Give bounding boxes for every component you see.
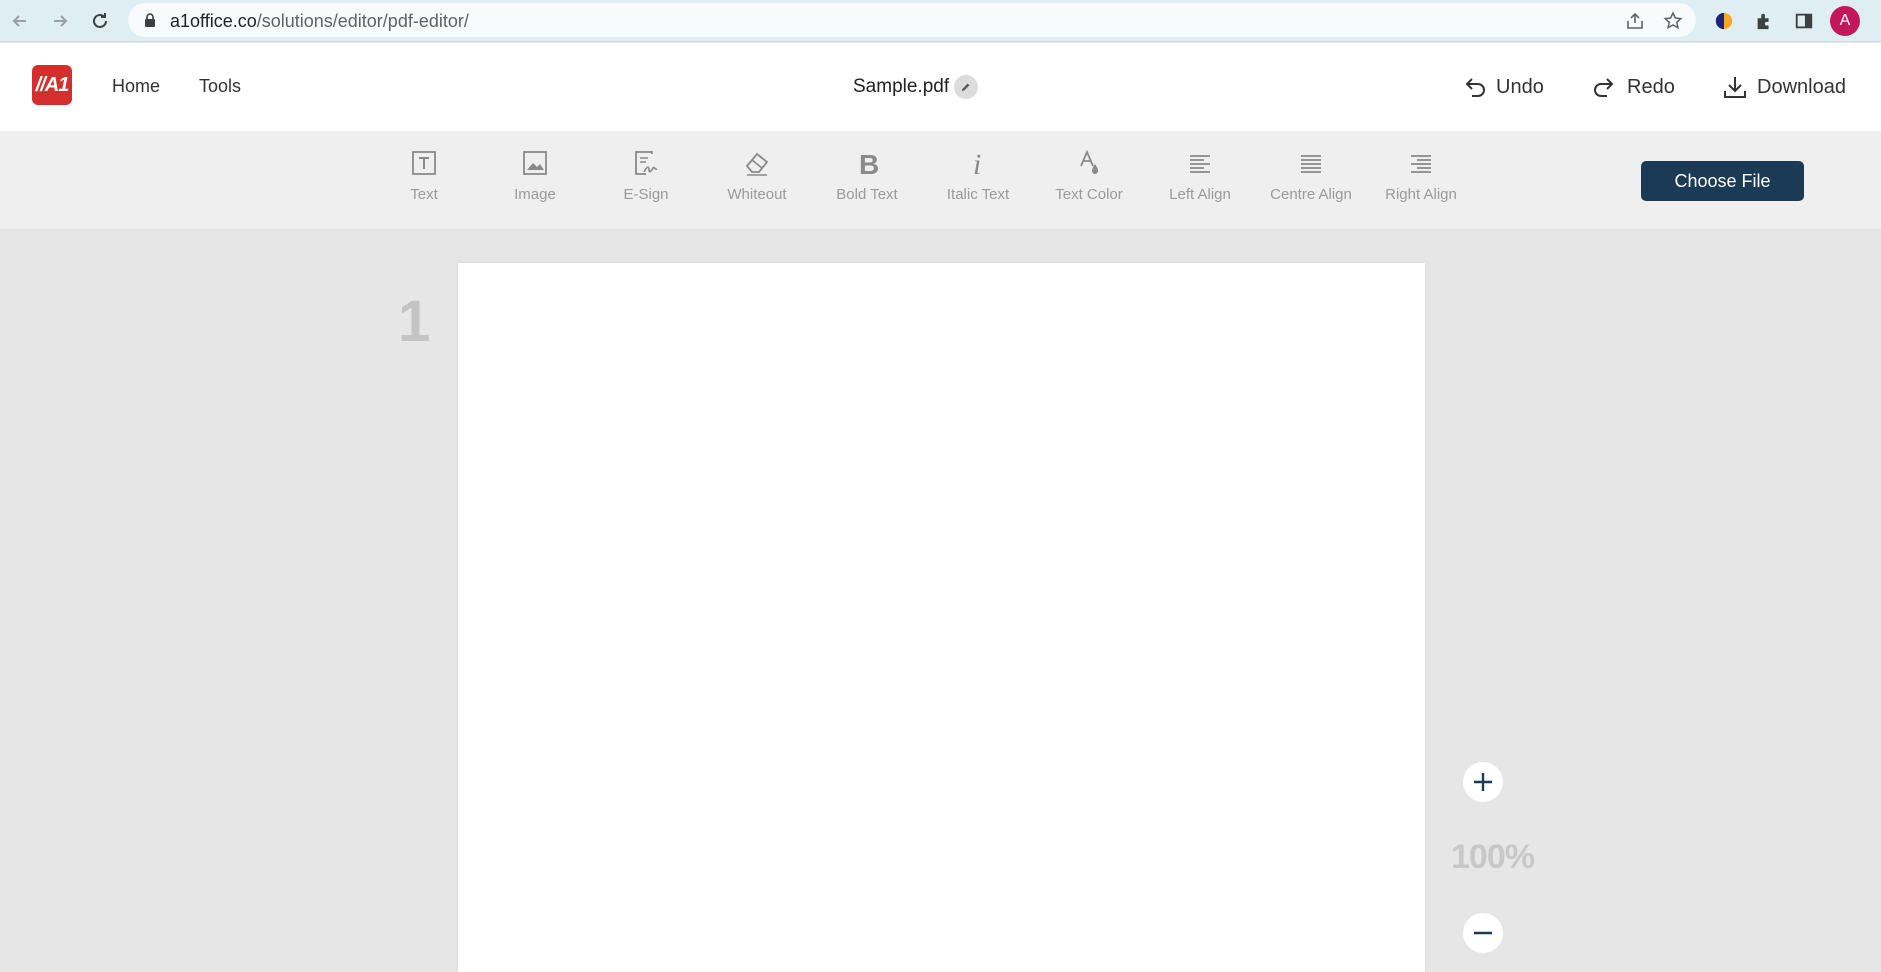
forward-arrow-icon bbox=[54, 15, 68, 27]
tool-label: Image bbox=[514, 186, 556, 203]
download-button[interactable]: Download bbox=[1721, 71, 1846, 103]
editor-toolbar: Text Image E-Sign Whiteout B Bold Text i… bbox=[0, 131, 1881, 230]
text-color-icon bbox=[1080, 149, 1098, 174]
undo-label: Undo bbox=[1496, 75, 1544, 98]
tool-label: Bold Text bbox=[836, 186, 898, 203]
signature-icon bbox=[635, 151, 658, 175]
url-path: /solutions/editor/pdf-editor/ bbox=[256, 11, 469, 31]
a1office-logo[interactable]: //A1 bbox=[32, 65, 72, 105]
tool-label: Whiteout bbox=[727, 186, 787, 203]
tool-image[interactable]: Image bbox=[480, 148, 590, 203]
redo-label: Redo bbox=[1627, 75, 1675, 98]
tool-label: Left Align bbox=[1169, 186, 1231, 203]
tool-label: Centre Align bbox=[1270, 186, 1352, 203]
nav-tools-link[interactable]: Tools bbox=[199, 76, 241, 97]
pdf-page-canvas[interactable] bbox=[458, 263, 1425, 972]
image-icon bbox=[523, 151, 547, 175]
undo-icon bbox=[1465, 78, 1485, 97]
align-left-icon bbox=[1190, 155, 1210, 173]
tool-centre-align[interactable]: Centre Align bbox=[1256, 148, 1366, 203]
nav-home-link[interactable]: Home bbox=[112, 76, 160, 97]
extensions-puzzle-icon[interactable] bbox=[1751, 8, 1777, 34]
eraser-icon bbox=[745, 152, 769, 176]
bookmark-star-icon[interactable] bbox=[1662, 10, 1684, 32]
zoom-in-button[interactable] bbox=[1463, 762, 1503, 802]
download-icon bbox=[1724, 77, 1746, 98]
lock-icon bbox=[145, 13, 155, 27]
app-header: //A1 Home Tools Sample.pdf Undo Redo Dow… bbox=[0, 43, 1881, 131]
tool-label: Right Align bbox=[1385, 186, 1457, 203]
back-arrow-icon bbox=[12, 15, 26, 27]
share-icon[interactable] bbox=[1624, 10, 1646, 32]
side-panel-icon[interactable] bbox=[1791, 8, 1817, 34]
forward-button[interactable] bbox=[46, 7, 74, 35]
url-host: a1office.co bbox=[170, 11, 257, 31]
svg-text:i: i bbox=[973, 148, 981, 178]
reload-button[interactable] bbox=[86, 7, 114, 35]
address-bar[interactable]: a1office.co/solutions/editor/pdf-editor/ bbox=[128, 3, 1696, 37]
undo-button[interactable]: Undo bbox=[1460, 71, 1544, 103]
italic-icon: i bbox=[973, 148, 981, 178]
tool-e-sign[interactable]: E-Sign bbox=[591, 148, 701, 203]
tool-label: Text bbox=[410, 186, 438, 203]
zoom-level: 100% bbox=[1451, 838, 1535, 876]
tool-label: Italic Text bbox=[946, 186, 1010, 203]
minus-icon bbox=[1474, 931, 1492, 935]
browser-toolbar: a1office.co/solutions/editor/pdf-editor/… bbox=[0, 0, 1881, 42]
back-button[interactable] bbox=[6, 7, 34, 35]
reload-icon bbox=[93, 13, 107, 28]
pencil-icon bbox=[961, 83, 970, 92]
align-right-icon bbox=[1411, 155, 1431, 173]
document-title: Sample.pdf bbox=[853, 76, 950, 97]
tool-label: Text Color bbox=[1055, 186, 1123, 203]
text-box-icon bbox=[412, 151, 436, 175]
url-text: a1office.co/solutions/editor/pdf-editor/ bbox=[170, 11, 469, 32]
tool-text-color[interactable]: Text Color bbox=[1034, 148, 1144, 203]
bold-icon: B bbox=[859, 149, 879, 178]
rename-button[interactable] bbox=[954, 75, 978, 99]
tool-text[interactable]: Text bbox=[369, 148, 479, 203]
tool-left-align[interactable]: Left Align bbox=[1145, 148, 1255, 203]
zoom-out-button[interactable] bbox=[1463, 913, 1503, 953]
tool-whiteout[interactable]: Whiteout bbox=[702, 148, 812, 203]
svg-text:B: B bbox=[859, 149, 879, 178]
tool-italic-text[interactable]: i Italic Text bbox=[923, 148, 1033, 203]
align-center-icon bbox=[1301, 155, 1321, 173]
redo-button[interactable]: Redo bbox=[1591, 71, 1675, 103]
tool-label: E-Sign bbox=[623, 186, 669, 203]
redo-icon bbox=[1594, 78, 1614, 97]
choose-file-button[interactable]: Choose File bbox=[1641, 161, 1804, 201]
plus-icon bbox=[1474, 773, 1492, 791]
profile-avatar[interactable]: A bbox=[1830, 6, 1860, 36]
page-number: 1 bbox=[398, 289, 431, 354]
download-label: Download bbox=[1757, 75, 1846, 98]
tool-right-align[interactable]: Right Align bbox=[1366, 148, 1476, 203]
tool-bold-text[interactable]: B Bold Text bbox=[812, 148, 922, 203]
extension-circle-icon[interactable] bbox=[1711, 8, 1737, 34]
